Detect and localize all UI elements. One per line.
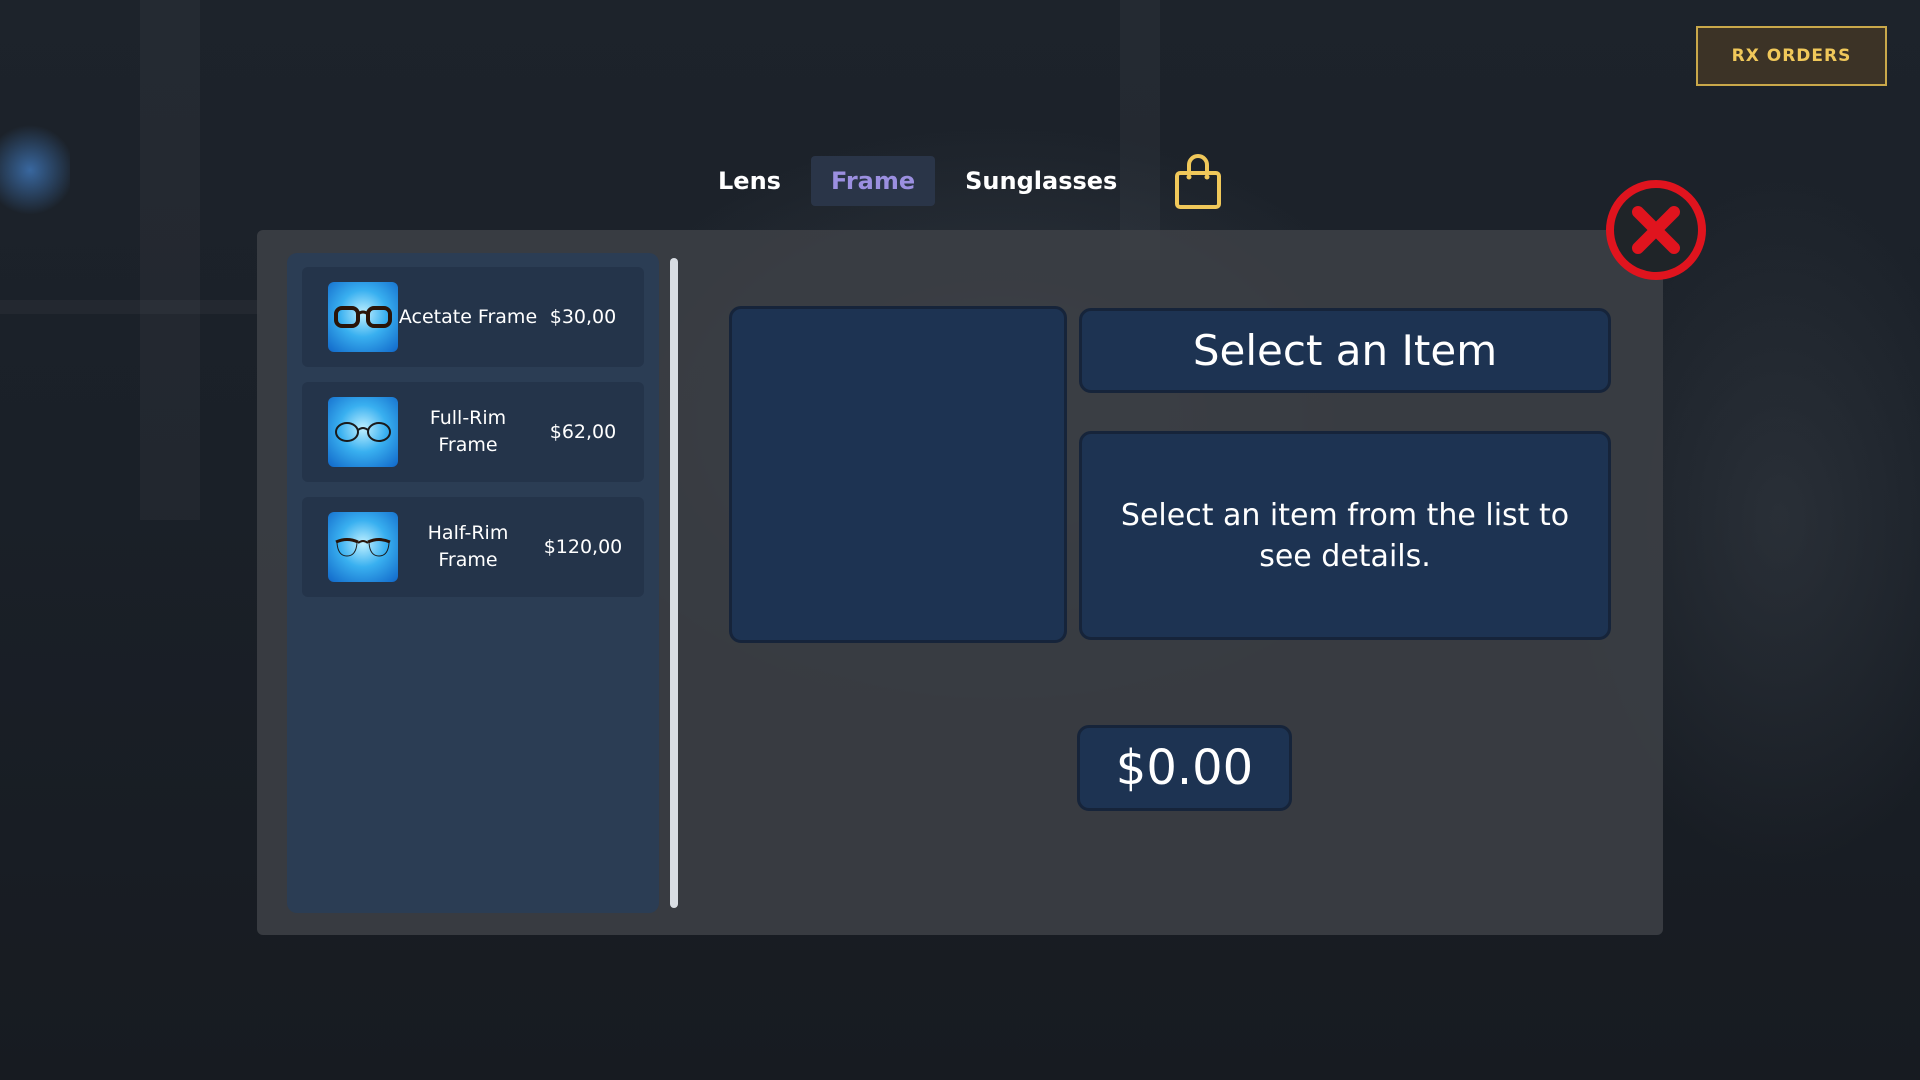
item-name: Half-Rim Frame [427, 522, 509, 571]
tab-sunglasses[interactable]: Sunglasses [945, 156, 1137, 206]
acetate-glasses-icon [328, 282, 398, 352]
tab-lens[interactable]: Lens [698, 156, 801, 206]
item-total-price: $0.00 [1077, 725, 1292, 811]
item-title: Select an Item [1079, 308, 1611, 393]
full-rim-glasses-icon [328, 397, 398, 467]
item-price: $62,00 [549, 421, 617, 443]
half-rim-glasses-icon [328, 512, 398, 582]
list-item-full-rim-frame[interactable]: Full-Rim Frame $62,00 [302, 382, 644, 482]
neon-sign [0, 120, 70, 220]
item-name: Full-Rim Frame [429, 407, 507, 456]
shopping-bag-icon[interactable] [1173, 153, 1223, 209]
item-description: Select an item from the list to see deta… [1079, 431, 1611, 640]
item-price: $30,00 [549, 306, 617, 328]
list-item-half-rim-frame[interactable]: Half-Rim Frame $120,00 [302, 497, 644, 597]
tab-frame[interactable]: Frame [810, 156, 936, 206]
close-icon[interactable] [1604, 178, 1708, 282]
item-preview [729, 306, 1067, 643]
rx-orders-button[interactable]: RX ORDERS [1696, 26, 1887, 86]
category-tabs: Lens Frame Sunglasses [698, 153, 1223, 209]
list-scrollbar[interactable] [670, 258, 678, 908]
item-price: $120,00 [543, 536, 623, 558]
list-item-acetate-frame[interactable]: Acetate Frame $30,00 [302, 267, 644, 367]
item-name: Acetate Frame [398, 305, 538, 328]
